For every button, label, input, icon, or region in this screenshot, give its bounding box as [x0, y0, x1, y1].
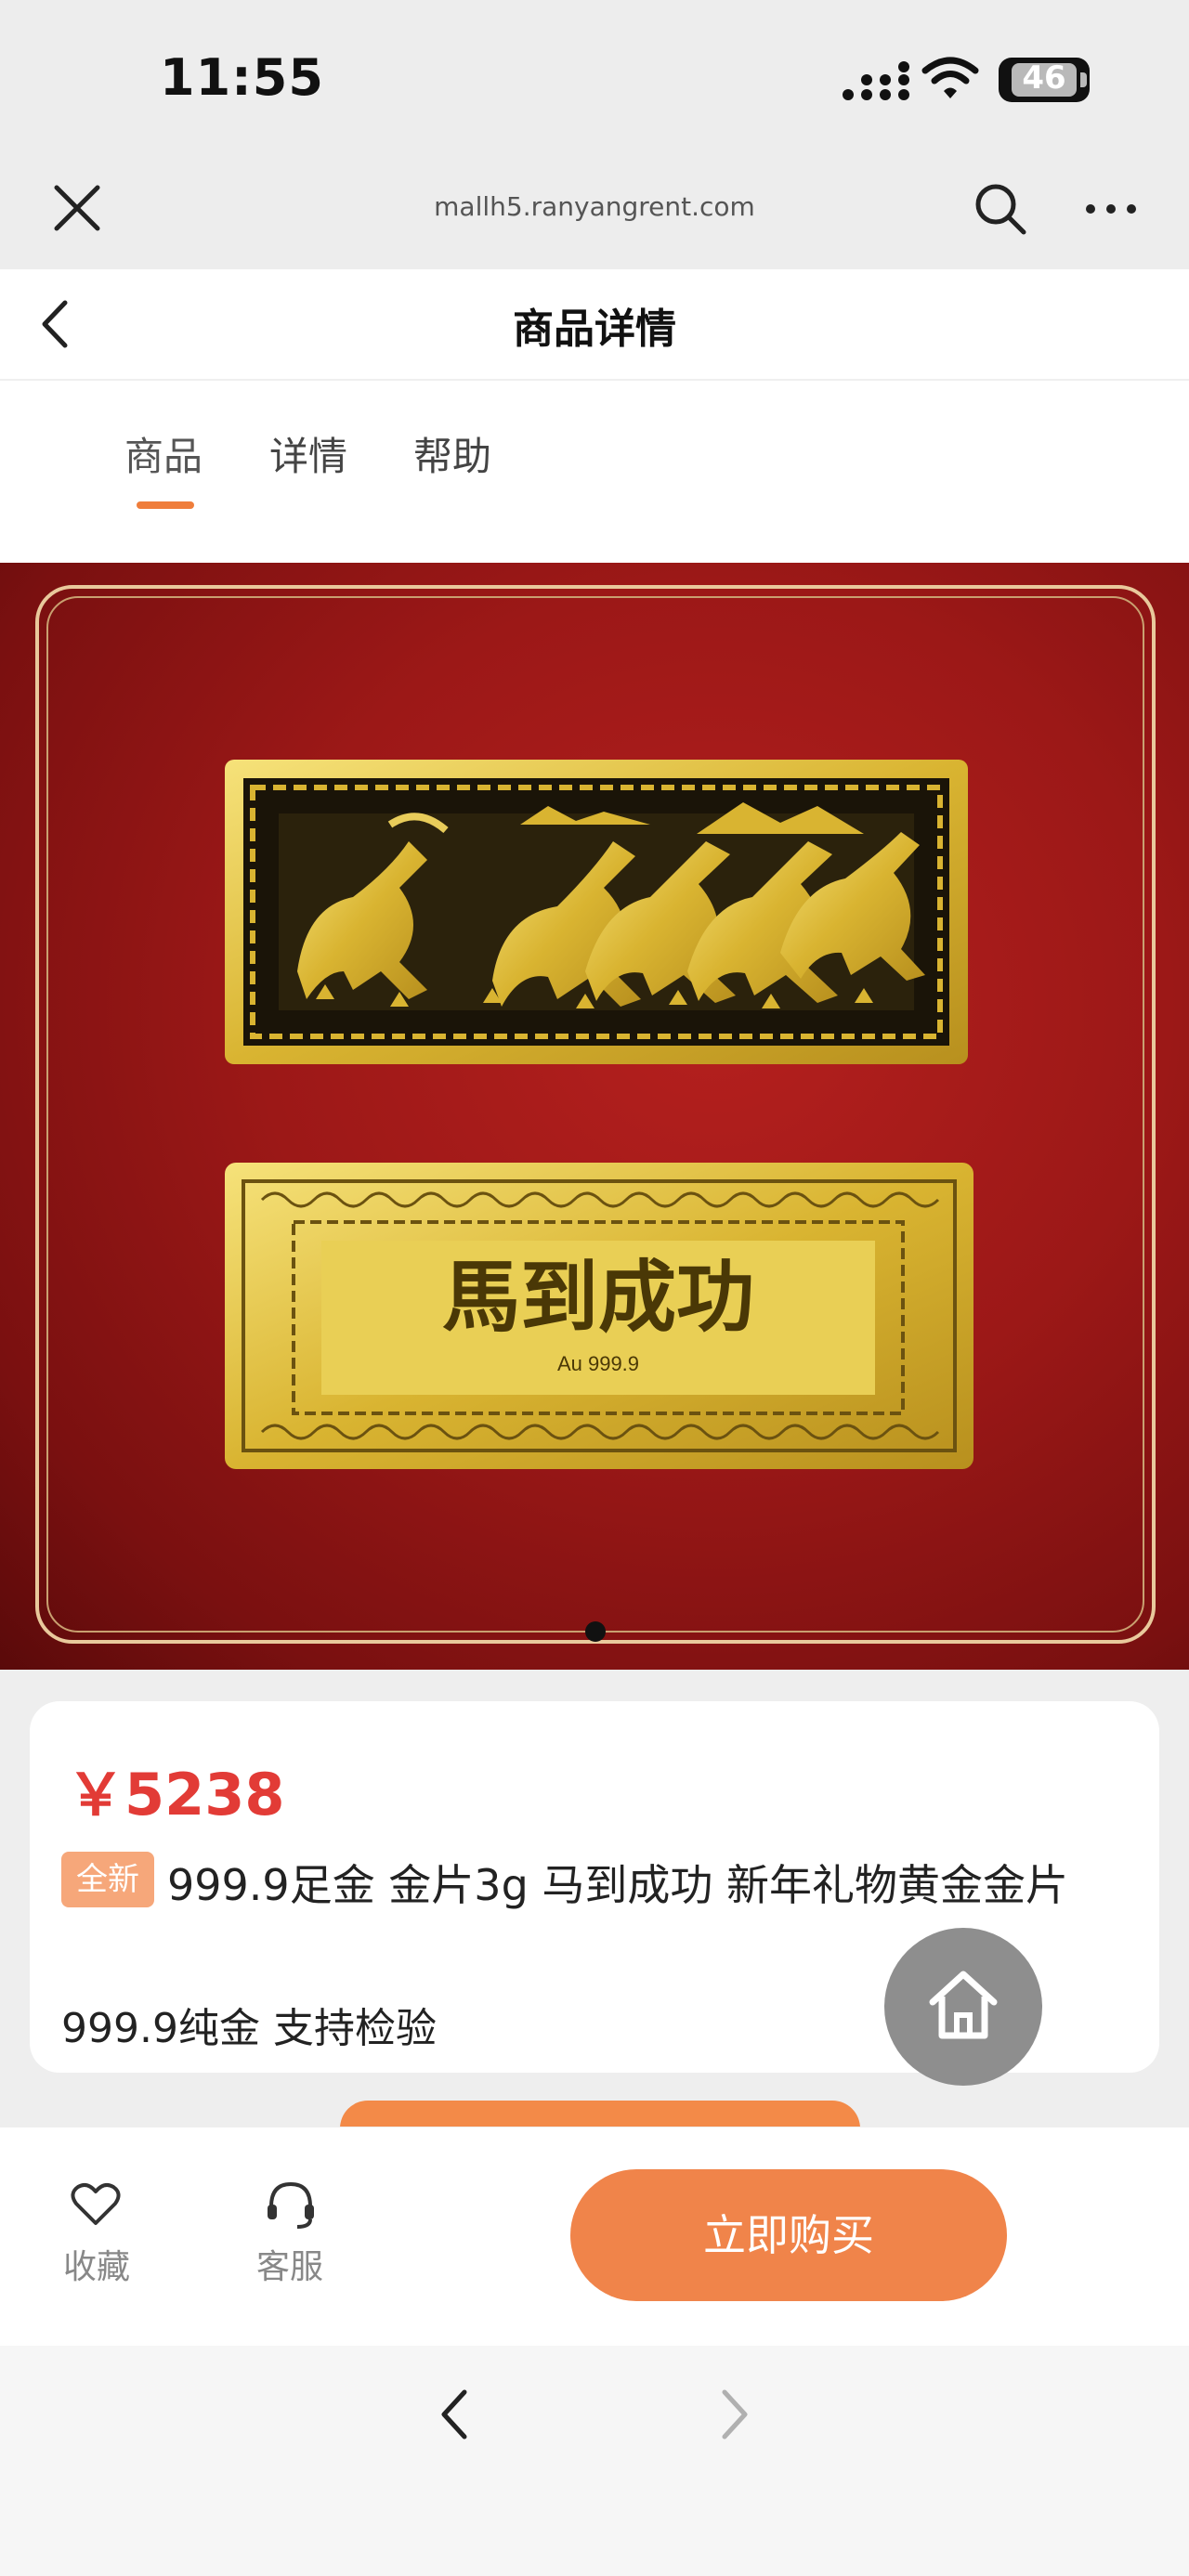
favorite-label[interactable]: 收藏: [63, 2240, 130, 2288]
product-price: ￥5238: [67, 1761, 285, 1828]
more-icon[interactable]: [1083, 195, 1139, 223]
bar2-text: 馬到成功: [442, 1251, 754, 1343]
heart-icon[interactable]: [71, 2182, 121, 2227]
tab-help[interactable]: 帮助: [413, 425, 491, 482]
product-image: 馬到成功 Au 999.9: [225, 760, 973, 1469]
close-icon[interactable]: [51, 182, 103, 234]
active-tab-indicator: [137, 501, 194, 509]
url-display[interactable]: mallh5.ranyangrent.com: [316, 191, 873, 222]
product-subtitle: 999.9纯金 支持检验: [61, 2005, 437, 2052]
wifi-icon: [921, 57, 979, 98]
gold-bar-text: 馬到成功 Au 999.9: [225, 1163, 973, 1469]
headset-icon[interactable]: [264, 2179, 318, 2231]
customer-service-label[interactable]: 客服: [256, 2240, 323, 2288]
bar2-purity: Au 999.9: [557, 1352, 639, 1375]
browser-navigation: [0, 2346, 1189, 2576]
gold-bar-horses: [225, 760, 968, 1064]
battery-percent: 46: [1022, 59, 1066, 97]
status-time: 11:55: [160, 48, 324, 107]
tab-product[interactable]: 商品: [124, 425, 203, 482]
home-icon: [929, 1971, 998, 2039]
tab-details[interactable]: 详情: [269, 425, 347, 482]
carousel-dot-active[interactable]: [585, 1621, 606, 1642]
battery-cap: [1080, 72, 1087, 87]
nav-back-icon[interactable]: [437, 2387, 474, 2442]
product-title: 999.9足金 金片3g 马到成功 新年礼物黄金金片: [167, 1860, 1069, 1910]
search-icon[interactable]: [973, 182, 1027, 236]
back-icon[interactable]: [35, 295, 72, 353]
page-title: 商品详情: [513, 306, 676, 353]
nav-forward-icon[interactable]: [715, 2387, 752, 2442]
buy-now-button[interactable]: 立即购买: [570, 2169, 1007, 2301]
